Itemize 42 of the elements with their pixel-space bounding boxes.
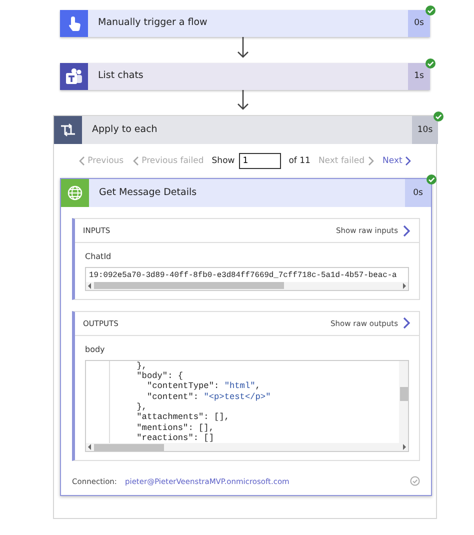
down-arrow-icon [237, 90, 249, 110]
step-card[interactable]: Manually trigger a flow 0s [60, 10, 430, 37]
chevron-right-icon [366, 156, 374, 166]
scroll-left-icon[interactable] [86, 282, 94, 290]
code-editor[interactable]: }, "body": { "contentType": "html", "content": "<p>test</p>" }, "attachments": [], "mentions": [], "reactions": [] [85, 360, 409, 452]
step-title: Apply to each [92, 122, 158, 137]
duration-label: 0s [405, 179, 431, 207]
page-number-field[interactable]: 1 [238, 153, 281, 169]
down-arrow-icon [237, 37, 249, 58]
code-line: "reactions": [] [136, 432, 215, 444]
check-circle-icon [410, 476, 420, 486]
chevron-right-icon [404, 156, 412, 166]
code-line: }, [136, 402, 148, 412]
code-line: "contentType": "html", [146, 381, 262, 392]
show-label: Show [212, 154, 235, 168]
chevron-right-icon [402, 317, 411, 330]
chevron-left-icon [132, 156, 140, 166]
code-line: }, [136, 360, 148, 372]
duration-label: 10s [412, 116, 438, 144]
people-logo-icon [64, 66, 84, 86]
scroll-right-icon[interactable] [400, 443, 408, 452]
duration-label: 1s [408, 63, 430, 90]
globe-icon [65, 183, 85, 203]
code-line: "mentions": [], [136, 422, 215, 433]
code-line: "body": { [136, 371, 184, 382]
chevron-left-icon [78, 156, 86, 166]
step-title: Manually trigger a flow [98, 16, 208, 30]
duration-label: 0s [408, 10, 430, 37]
field-label: body [85, 344, 106, 356]
page-count: of 11 [288, 154, 310, 168]
step-card[interactable]: List chats 1s [60, 63, 430, 90]
step-title: List chats [98, 69, 144, 84]
pager-link[interactable]: Next [382, 154, 412, 168]
scroll-left-icon[interactable] [86, 443, 94, 452]
code-line: "attachments": [], [136, 412, 230, 423]
scroll-right-icon[interactable] [400, 282, 408, 290]
step-card[interactable]: Apply to each 10s [54, 116, 438, 144]
chevron-right-icon [402, 224, 411, 236]
step-title: Get Message Details [99, 186, 197, 200]
step-card[interactable]: Get Message Details 0s [61, 179, 431, 207]
field-label: ChatId [85, 251, 112, 263]
code-line: "content": "<p>test</p>" [146, 392, 272, 402]
